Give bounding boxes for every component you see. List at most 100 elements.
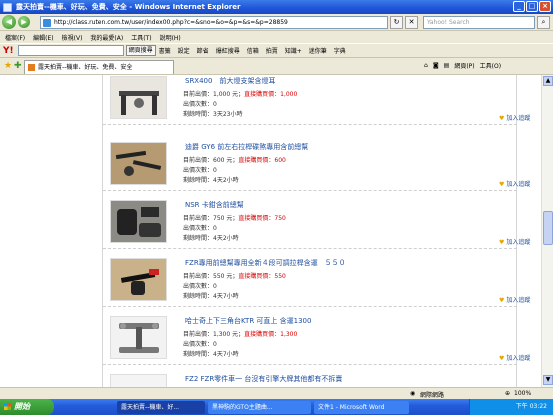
price-line: 目前出價：1,000 元；直接購買價：1,000 xyxy=(183,91,298,98)
window-title: 露天拍賣--機車、好玩、免費、安全 - Windows Internet Exp… xyxy=(16,3,241,11)
back-button[interactable]: ◀ xyxy=(2,15,16,29)
remaining-line: 剩餘時間：3天23小時 xyxy=(183,109,242,118)
toolbar-item-hot-search[interactable]: 爆紅搜尋 xyxy=(216,46,240,55)
toolbar-item-knowledge[interactable]: 知識+ xyxy=(285,46,302,55)
bids-value: 0 xyxy=(213,283,217,290)
bids-line: 出價次數：0 xyxy=(183,281,217,290)
listing-item: FZR專用前總幫專用全新４段可調拉桿含運 ５５０ 目前出價：550 元；直接購買… xyxy=(103,249,530,307)
menu-favorites[interactable]: 我的最愛(A) xyxy=(90,33,123,42)
scroll-down-icon[interactable]: ▼ xyxy=(543,375,553,385)
bids-value: 0 xyxy=(213,167,217,174)
favorites-star-icon[interactable]: ★ xyxy=(4,61,12,71)
page-menu[interactable]: 網頁(P) xyxy=(454,61,474,70)
listing-photo[interactable] xyxy=(110,142,167,185)
listing-item: FZ2 FZR零件車一 台沒有引擎大牌其他都有不拆賣 xyxy=(103,365,517,387)
system-tray: 下午 03:22 xyxy=(469,399,553,415)
add-favorites-icon[interactable]: ✚ xyxy=(14,61,22,71)
menu-edit[interactable]: 編輯(E) xyxy=(33,33,53,42)
toolbar-item-mini-pen[interactable]: 迷你筆 xyxy=(309,46,327,55)
minimize-button[interactable]: _ xyxy=(513,1,525,12)
globe-icon: ◉ xyxy=(410,390,416,397)
zoom-level[interactable]: 100% xyxy=(514,390,531,397)
task-media[interactable]: 黑神駒的GTO主題曲... xyxy=(208,400,311,414)
listing-photo[interactable] xyxy=(110,258,167,301)
feed-icon[interactable]: ◙ xyxy=(433,62,439,69)
price-label: 目前出價： xyxy=(183,331,214,338)
toolbar-item-save[interactable]: 節省 xyxy=(197,46,209,55)
bids-value: 0 xyxy=(213,341,217,348)
watch-link[interactable]: ♥ 加入追蹤 xyxy=(499,353,530,362)
listing-item: NSR 卡鉗含前總幫 目前出價：750 元；直接購買價：750 出價次數：0 剩… xyxy=(103,191,530,249)
maximize-button[interactable]: □ xyxy=(526,1,538,12)
forward-button[interactable]: ▶ xyxy=(18,16,30,28)
task-ie[interactable]: 露天拍賣--機車、好... xyxy=(117,400,205,414)
page-content: SRX400 前大燈支架含燈耳 目前出價：1,000 元；直接購買價：1,000… xyxy=(0,75,541,387)
remaining-value: 4天2小時 xyxy=(213,235,239,242)
remaining-line: 剩餘時間：4天2小時 xyxy=(183,175,239,184)
price-value: 1,000 元 xyxy=(213,91,239,98)
listing-title[interactable]: FZ2 FZR零件車一 台沒有引擎大牌其他都有不拆賣 xyxy=(185,374,342,384)
address-bar[interactable]: http://class.ruten.com.tw/user/index00.p… xyxy=(40,16,388,29)
toolbar-item-settings[interactable]: 設定 xyxy=(178,46,190,55)
remaining-label: 剩餘時間： xyxy=(183,351,214,358)
watch-link[interactable]: ♥ 加入追蹤 xyxy=(499,113,530,122)
vertical-scrollbar[interactable]: ▲ ▼ xyxy=(541,75,553,387)
remaining-value: 4天7小時 xyxy=(213,351,239,358)
yahoo-search-input[interactable] xyxy=(17,45,124,56)
price-value: 550 元 xyxy=(213,273,233,280)
menu-help[interactable]: 說明(H) xyxy=(160,33,181,42)
menu-view[interactable]: 檢視(V) xyxy=(62,33,83,42)
tools-menu[interactable]: 工具(O) xyxy=(480,61,501,70)
watch-label: 加入追蹤 xyxy=(506,115,531,122)
direct-label: 直接購買價： xyxy=(244,91,281,98)
toolbar-item-bookmarks[interactable]: 書籤 xyxy=(159,46,171,55)
toolbar-item-mail[interactable]: 信箱 xyxy=(247,46,259,55)
print-icon[interactable]: ▤ xyxy=(444,62,450,69)
web-search-button[interactable]: 網頁搜尋 xyxy=(125,45,156,56)
close-button[interactable]: × xyxy=(539,1,551,12)
scroll-up-icon[interactable]: ▲ xyxy=(543,76,553,86)
start-button[interactable]: 開始 xyxy=(0,399,54,415)
stop-icon[interactable]: ✕ xyxy=(405,16,418,29)
price-line: 目前出價：750 元；直接購買價：750 xyxy=(183,215,286,222)
listing-photo[interactable] xyxy=(110,76,167,119)
address-row: ◀ ▶ http://class.ruten.com.tw/user/index… xyxy=(0,14,553,31)
toolbar-item-auction[interactable]: 拍賣 xyxy=(266,46,278,55)
search-input[interactable]: Yahoo! Search xyxy=(423,16,535,29)
home-icon[interactable]: ⌂ xyxy=(424,62,428,69)
listing-title[interactable]: 哈士奇上下三角台KTR 可直上 含運1300 xyxy=(185,316,311,326)
tab-current[interactable]: 露天拍賣--機車、好玩、免費、安全 xyxy=(24,60,174,74)
menu-bar: 檔案(F) 編輯(E) 檢視(V) 我的最愛(A) 工具(T) 說明(H) xyxy=(0,31,553,43)
direct-value: 550 xyxy=(274,273,286,280)
remaining-line: 剩餘時間：4天7小時 xyxy=(183,291,239,300)
listing-title[interactable]: SRX400 前大燈支架含燈耳 xyxy=(185,76,275,86)
scroll-thumb[interactable] xyxy=(543,211,553,245)
listing-title[interactable]: 迪爵 GY6 前左右拉桿碟煞專用含前總幫 xyxy=(185,142,308,152)
listing-photo[interactable] xyxy=(110,316,167,359)
toolbar-item-dictionary[interactable]: 字典 xyxy=(334,46,346,55)
tab-label: 露天拍賣--機車、好玩、免費、安全 xyxy=(38,64,133,71)
watch-link[interactable]: ♥ 加入追蹤 xyxy=(499,179,530,188)
listing-title[interactable]: NSR 卡鉗含前總幫 xyxy=(185,200,244,210)
listing-photo[interactable] xyxy=(110,200,167,243)
listing-photo[interactable] xyxy=(110,374,167,387)
quick-launch xyxy=(54,399,114,415)
security-zone: 網際網路 xyxy=(420,392,445,399)
zoom-icon[interactable]: ⊕ xyxy=(505,390,510,397)
search-icon[interactable]: ⌕ xyxy=(537,16,550,29)
clock: 下午 03:22 xyxy=(515,403,547,410)
bids-label: 出價次數： xyxy=(183,341,214,348)
master-cylinder-photo xyxy=(111,259,166,300)
watch-link[interactable]: ♥ 加入追蹤 xyxy=(499,237,530,246)
menu-file[interactable]: 檔案(F) xyxy=(5,33,25,42)
remaining-line: 剩餘時間：4天2小時 xyxy=(183,233,239,242)
listing-title[interactable]: FZR專用前總幫專用全新４段可調拉桿含運 ５５０ xyxy=(185,258,346,268)
menu-tools[interactable]: 工具(T) xyxy=(131,33,151,42)
watch-link[interactable]: ♥ 加入追蹤 xyxy=(499,295,530,304)
task-word[interactable]: 文件1 - Microsoft Word xyxy=(314,400,409,414)
yahoo-logo[interactable]: Y! xyxy=(3,46,14,56)
price-value: 750 元 xyxy=(213,215,233,222)
bids-value: 0 xyxy=(213,225,217,232)
bids-value: 0 xyxy=(213,101,217,108)
refresh-icon[interactable]: ↻ xyxy=(390,16,403,29)
